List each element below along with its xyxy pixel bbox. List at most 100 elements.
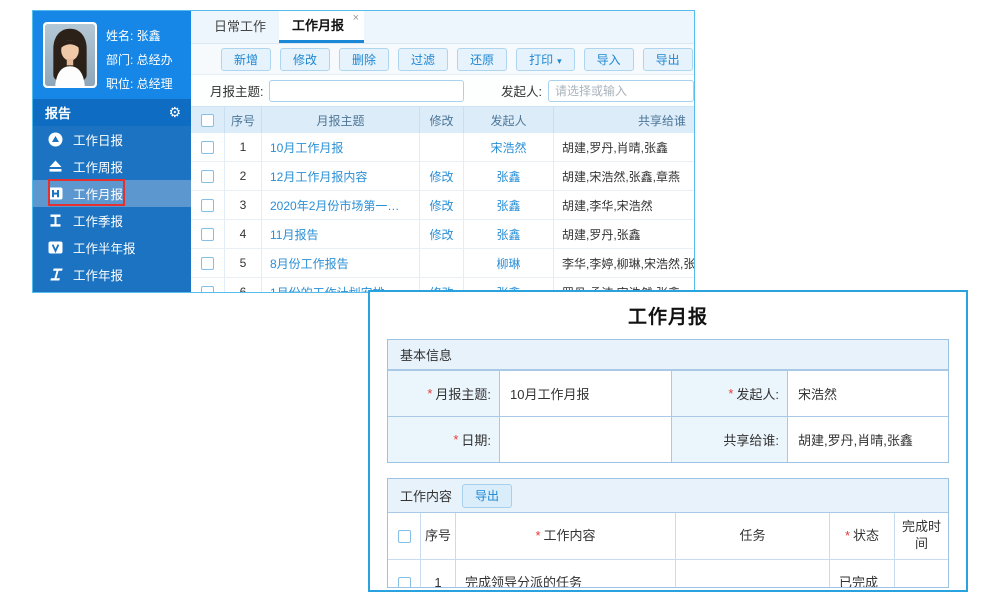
basic-info-section: 基本信息 * 月报主题: 10月工作月报 * 发起人: 宋浩然 * 日期: 共享… (387, 339, 949, 463)
initiator-link[interactable]: 张鑫 (496, 226, 520, 243)
row-checkbox[interactable] (201, 257, 214, 270)
sidebar-nav: 工作日报 工作周报 工作月报 工作季报 (33, 126, 191, 293)
col-header-share: 共享给谁 (553, 107, 694, 133)
print-button-label: 打印 (529, 53, 553, 67)
row-checkbox[interactable] (398, 577, 411, 589)
topic-filter-input[interactable] (269, 80, 464, 102)
col-header-topic: 月报主题 (261, 107, 419, 133)
sidebar-item-label: 工作日报 (73, 130, 123, 149)
main-app-window: 姓名: 张鑫 部门: 总经办 职位: 总经理 报告 ⚙ 工作日报 工作周报 (32, 10, 695, 293)
tab-label: 工作月报 (292, 18, 344, 33)
sidebar-item-quarterly-report[interactable]: 工作季报 (33, 207, 191, 234)
modify-link[interactable]: 修改 (429, 197, 453, 214)
row-task (675, 560, 829, 588)
avatar (43, 22, 97, 88)
initiator-link[interactable]: 柳琳 (496, 255, 520, 272)
basic-info-header: 基本信息 (388, 340, 948, 370)
col-header-modify: 修改 (419, 107, 463, 133)
basic-info-title: 基本信息 (400, 345, 452, 364)
share-list: 胡建,李华,宋浩然 (553, 191, 694, 219)
required-mark: * (427, 386, 432, 401)
date-field-label: * 日期: (388, 417, 499, 462)
close-tab-icon[interactable]: × (353, 12, 359, 24)
restore-button[interactable]: 还原 (457, 48, 507, 71)
row-checkbox[interactable] (201, 170, 214, 183)
annual-report-icon (48, 267, 63, 282)
date-field-value[interactable] (499, 417, 671, 462)
table-row: 1 10月工作月报 宋浩然 胡建,罗丹,肖晴,张鑫 (191, 133, 694, 162)
topic-link[interactable]: 2020年2月份市场第一步财务... (270, 197, 411, 214)
initiator-filter-input[interactable] (548, 80, 694, 102)
sidebar-item-label: 工作年报 (73, 265, 123, 284)
topic-field-label: * 月报主题: (388, 371, 499, 416)
share-field-value[interactable]: 胡建,罗丹,肖晴,张鑫 (787, 417, 948, 462)
sidebar-item-semiannual-report[interactable]: 工作半年报 (33, 234, 191, 261)
share-field-label: 共享给谁: (671, 417, 787, 462)
row-index: 4 (224, 220, 261, 248)
topic-link[interactable]: 10月工作月报 (270, 139, 343, 156)
topic-field-value[interactable]: 10月工作月报 (499, 371, 671, 416)
topic-link[interactable]: 12月工作月报内容 (270, 168, 367, 185)
row-index: 1 (420, 560, 455, 588)
row-work: 完成领导分派的任务 (455, 560, 675, 588)
sidebar-item-monthly-report[interactable]: 工作月报 (33, 180, 191, 207)
select-all-checkbox[interactable] (201, 114, 214, 127)
select-all-checkbox[interactable] (398, 530, 411, 543)
share-list: 李华,李婷,柳琳,宋浩然,张鑫 (553, 249, 694, 277)
tab-bar: 日常工作 工作月报 × (191, 11, 694, 44)
row-checkbox[interactable] (201, 199, 214, 212)
modify-link[interactable]: 修改 (429, 226, 453, 243)
caret-down-icon: ▾ (557, 56, 562, 66)
monthly-report-icon (48, 186, 63, 201)
gear-icon[interactable]: ⚙ (168, 104, 181, 121)
sidebar-item-partial[interactable] (33, 288, 191, 293)
initiator-filter-label: 发起人: (501, 81, 542, 100)
table-row: 5 8月份工作报告 柳琳 李华,李婷,柳琳,宋浩然,张鑫 (191, 249, 694, 278)
export-work-content-button[interactable]: 导出 (462, 484, 512, 508)
sidebar-item-label: 工作月报 (73, 184, 123, 203)
quarterly-report-icon (48, 213, 63, 228)
initiator-link[interactable]: 宋浩然 (490, 139, 526, 156)
sidebar: 姓名: 张鑫 部门: 总经办 职位: 总经理 报告 ⚙ 工作日报 工作周报 (33, 11, 191, 292)
share-list: 胡建,罗丹,张鑫 (553, 220, 694, 248)
tab-daily-work[interactable]: 日常工作 (201, 11, 279, 43)
row-status: 已完成 (829, 560, 894, 588)
sidebar-item-weekly-report[interactable]: 工作周报 (33, 153, 191, 180)
modify-link[interactable]: 修改 (429, 168, 453, 185)
row-checkbox[interactable] (201, 141, 214, 154)
semiannual-report-icon (48, 240, 63, 255)
tab-monthly-report[interactable]: 工作月报 × (279, 11, 364, 43)
add-button[interactable]: 新增 (221, 48, 271, 71)
export-button[interactable]: 导出 (643, 48, 693, 71)
row-index: 5 (224, 249, 261, 277)
work-content-header: 工作内容 导出 (388, 479, 948, 513)
modify-button[interactable]: 修改 (280, 48, 330, 71)
topic-link[interactable]: 8月份工作报告 (270, 255, 349, 272)
col-header-status: * 状态 (829, 513, 894, 559)
monthly-report-dialog: 工作月报 基本信息 * 月报主题: 10月工作月报 * 发起人: 宋浩然 * 日… (368, 290, 968, 592)
required-mark: * (845, 528, 850, 545)
initiator-field-label: * 发起人: (671, 371, 787, 416)
filter-button[interactable]: 过滤 (398, 48, 448, 71)
row-checkbox[interactable] (201, 228, 214, 241)
user-card: 姓名: 张鑫 部门: 总经办 职位: 总经理 (33, 11, 191, 99)
weekly-report-icon (48, 159, 63, 174)
sidebar-item-annual-report[interactable]: 工作年报 (33, 261, 191, 288)
initiator-field-value[interactable]: 宋浩然 (787, 371, 948, 416)
delete-button[interactable]: 删除 (339, 48, 389, 71)
print-button[interactable]: 打印 ▾ (516, 48, 575, 71)
col-header-task: 任务 (675, 513, 829, 559)
filter-bar: 月报主题: 发起人: (191, 75, 694, 106)
row-index: 2 (224, 162, 261, 190)
initiator-link[interactable]: 张鑫 (496, 168, 520, 185)
import-button[interactable]: 导入 (584, 48, 634, 71)
required-mark: * (728, 386, 733, 401)
row-index: 6 (224, 278, 261, 292)
topic-link[interactable]: 11月报告 (270, 226, 318, 243)
initiator-link[interactable]: 张鑫 (496, 197, 520, 214)
row-checkbox[interactable] (201, 286, 214, 293)
report-table: 序号 月报主题 修改 发起人 共享给谁 1 10月工作月报 宋浩然 胡建,罗丹,… (191, 106, 694, 292)
sidebar-item-daily-report[interactable]: 工作日报 (33, 126, 191, 153)
table-row: 2 12月工作月报内容 修改 张鑫 胡建,宋浩然,张鑫,章燕 (191, 162, 694, 191)
work-table-row: 1 完成领导分派的任务 已完成 (388, 560, 948, 588)
